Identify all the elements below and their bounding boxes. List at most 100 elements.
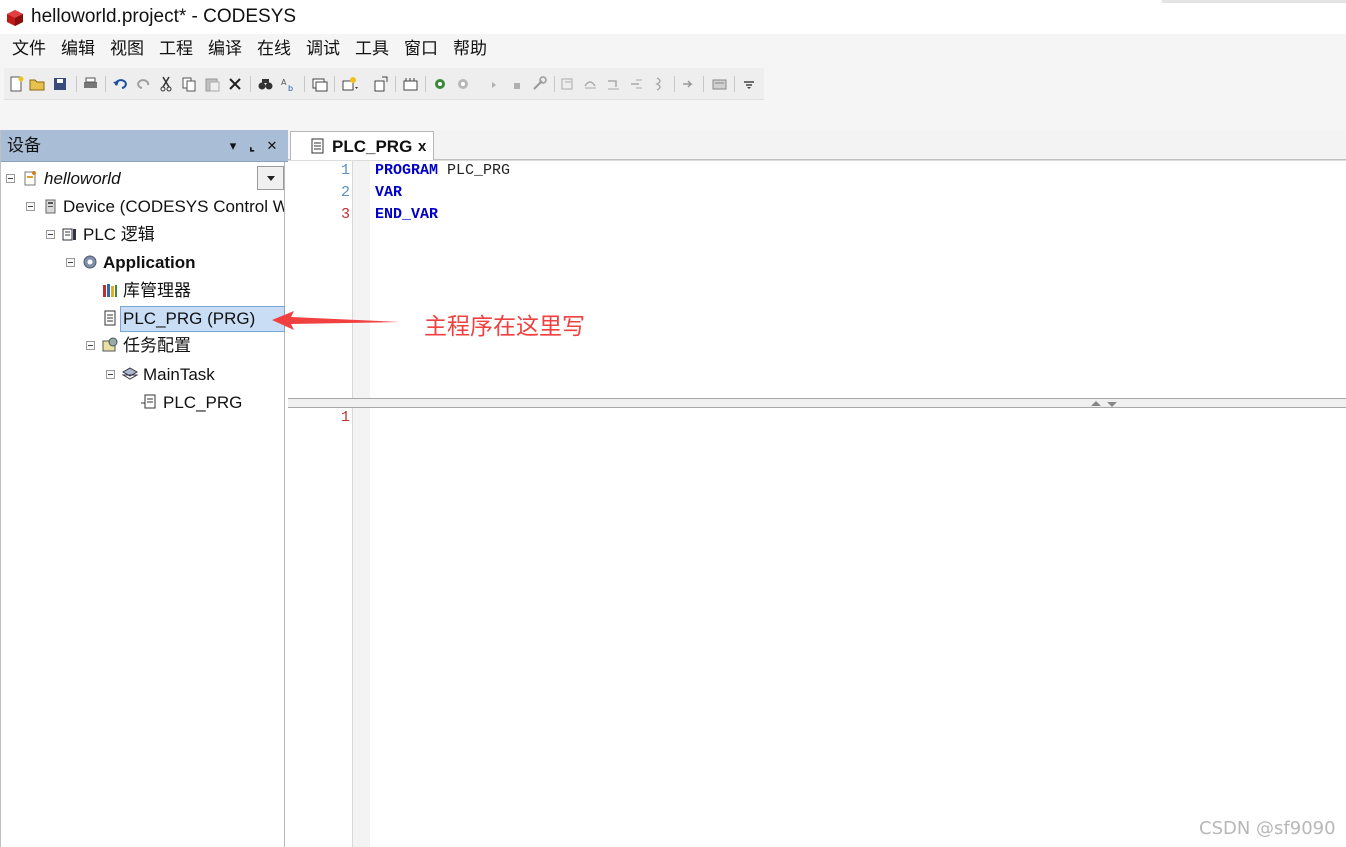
menu-debug[interactable]: 调试	[306, 39, 340, 59]
tree-label: PLC 逻辑	[83, 225, 155, 244]
login-icon[interactable]	[432, 76, 449, 92]
split-up-icon[interactable]	[1091, 401, 1101, 406]
tree-label: helloworld	[44, 169, 121, 188]
replace-icon[interactable]: Ab	[280, 76, 297, 92]
toolbar-separator	[554, 76, 555, 92]
tree-item-plc-logic[interactable]: PLC 逻辑	[1, 223, 257, 249]
toolbar-separator	[734, 76, 735, 92]
title-divider	[1162, 0, 1346, 3]
menu-build[interactable]: 编译	[208, 39, 242, 59]
step-into-icon[interactable]	[605, 76, 622, 92]
line-number: 1	[340, 409, 350, 426]
menu-online[interactable]: 在线	[257, 39, 291, 59]
tree-item-project[interactable]: helloworld	[1, 167, 257, 193]
step-out-icon[interactable]	[628, 76, 645, 92]
device-panel: 设备 ▾ ⌞ ✕ helloworld Device (CODESYS Cont…	[0, 130, 288, 847]
tree-label: 库管理器	[123, 281, 191, 300]
new-file-icon[interactable]	[8, 76, 25, 92]
toolbar-separator	[250, 76, 251, 92]
code-line[interactable]: VAR	[375, 184, 402, 202]
reset-icon[interactable]	[531, 76, 548, 92]
device-panel-header: 设备 ▾ ⌞ ✕	[1, 130, 288, 162]
code-identifier: PLC_PRG	[438, 162, 511, 179]
watermark: CSDN @sf9090	[1199, 818, 1336, 839]
tree-item-device[interactable]: Device (CODESYS Control Win	[1, 195, 284, 221]
line-number: 2	[340, 184, 350, 201]
menu-window[interactable]: 窗口	[404, 39, 438, 59]
window-icon[interactable]	[311, 76, 328, 92]
title-bar: helloworld.project* - CODESYS	[0, 0, 1346, 34]
code-line[interactable]: PROGRAM PLC_PRG	[375, 162, 510, 180]
annotation-text: 主程序在这里写	[424, 314, 585, 340]
tree-item-library-manager[interactable]: 库管理器	[1, 279, 257, 305]
menu-file[interactable]: 文件	[12, 39, 46, 59]
add-object-icon[interactable]	[341, 76, 358, 92]
tree-item-application[interactable]: Application	[1, 251, 257, 277]
window-title: helloworld.project* - CODESYS	[31, 6, 297, 27]
pin-icon[interactable]: ⌞	[245, 138, 259, 154]
tree-item-plc-prg[interactable]: PLC_PRG (PRG)	[1, 306, 285, 332]
toolbar-separator	[674, 76, 675, 92]
code-line[interactable]: END_VAR	[375, 206, 438, 224]
svg-text:A: A	[281, 78, 287, 87]
menu-view[interactable]: 视图	[110, 39, 144, 59]
collapse-toggle-icon[interactable]	[26, 202, 35, 211]
print-icon[interactable]	[82, 76, 99, 92]
build-icon[interactable]	[402, 76, 419, 92]
toolbar-separator	[304, 76, 305, 92]
find-icon[interactable]	[257, 76, 274, 92]
toolbar-separator	[425, 76, 426, 92]
tab-close-icon[interactable]: x	[418, 139, 426, 155]
tree-item-task-config[interactable]: 任务配置	[1, 334, 257, 360]
copy-icon[interactable]	[181, 76, 198, 92]
tab-plc-prg[interactable]: PLC_PRG x	[290, 131, 434, 160]
editor-splitter[interactable]	[288, 398, 1346, 408]
redo-icon[interactable]	[135, 76, 152, 92]
close-icon[interactable]: ✕	[265, 138, 279, 154]
collapse-toggle-icon[interactable]	[106, 370, 115, 379]
start-icon[interactable]	[485, 76, 502, 92]
step-over-icon[interactable]	[582, 76, 599, 92]
customize-icon[interactable]	[741, 76, 758, 92]
collapse-toggle-icon[interactable]	[86, 341, 95, 350]
force-values-icon[interactable]	[711, 76, 728, 92]
breakpoint-icon[interactable]	[559, 76, 576, 92]
device-panel-title: 设备	[7, 136, 41, 156]
collapse-toggle-icon[interactable]	[66, 258, 75, 267]
chevron-down-icon[interactable]	[257, 166, 284, 190]
program-icon	[104, 310, 116, 326]
toolbar-separator	[703, 76, 704, 92]
tree-item-plc-prg-call[interactable]: PLC_PRG	[1, 391, 257, 417]
code-keyword: PROGRAM	[375, 162, 439, 179]
tree-label: PLC_PRG (PRG)	[123, 309, 256, 328]
code-keyword: VAR	[375, 184, 403, 201]
undo-icon[interactable]	[112, 76, 129, 92]
cursor-icon[interactable]	[651, 76, 668, 92]
properties-icon[interactable]	[372, 76, 389, 92]
tree-item-maintask[interactable]: MainTask	[1, 363, 257, 389]
write-values-icon[interactable]	[680, 76, 697, 92]
menu-project[interactable]: 工程	[159, 39, 193, 59]
code-keyword: END_VAR	[375, 206, 439, 223]
cut-icon[interactable]	[158, 76, 175, 92]
line-number: 3	[340, 206, 350, 223]
panel-menu-icon[interactable]: ▾	[226, 138, 240, 154]
paste-icon[interactable]	[204, 76, 221, 92]
tree-label: MainTask	[143, 365, 215, 384]
project-icon	[24, 171, 36, 186]
delete-icon[interactable]	[227, 76, 244, 92]
split-down-icon[interactable]	[1107, 402, 1117, 407]
menu-edit[interactable]: 编辑	[61, 39, 95, 59]
logout-icon[interactable]	[455, 76, 472, 92]
collapse-toggle-icon[interactable]	[6, 174, 15, 183]
save-icon[interactable]	[52, 76, 69, 92]
collapse-toggle-icon[interactable]	[46, 230, 55, 239]
toolbar-separator	[334, 76, 335, 92]
menu-help[interactable]: 帮助	[453, 39, 487, 59]
editor-area: PLC_PRG x 1 2 3 PROGRAM PLC_PRG VAR END_…	[288, 130, 1346, 847]
task-icon	[122, 367, 138, 380]
open-folder-icon[interactable]	[29, 76, 46, 92]
device-icon	[45, 199, 56, 214]
menu-tools[interactable]: 工具	[355, 39, 389, 59]
stop-icon[interactable]	[508, 76, 525, 92]
